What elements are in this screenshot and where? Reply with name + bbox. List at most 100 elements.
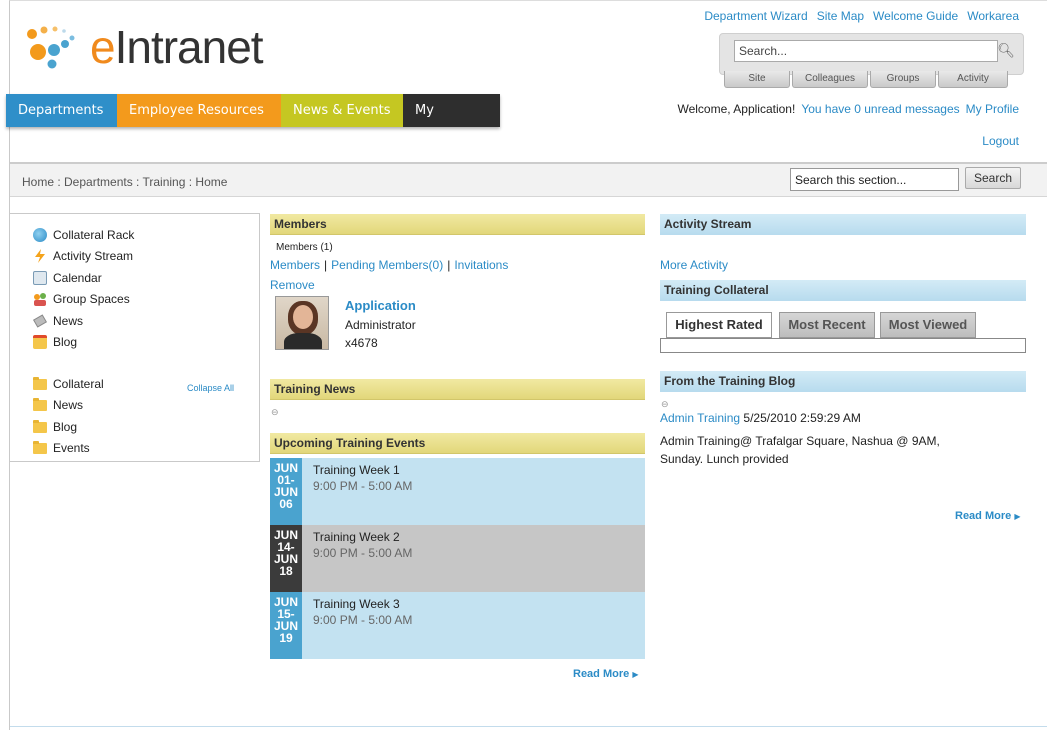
folder-events[interactable]: Events (33, 440, 90, 455)
blog-bullet-icon: ⊖ (661, 399, 669, 409)
date-line: 06 (279, 497, 293, 511)
logo[interactable]: eIntranet (24, 21, 264, 73)
link-department-wizard[interactable]: Department Wizard (704, 9, 807, 23)
nav-departments[interactable]: Departments (6, 94, 117, 127)
sidebar-item-news[interactable]: News (32, 314, 84, 328)
logout-link[interactable]: Logout (982, 134, 1019, 148)
blog-entry-meta: Admin Training 5/25/2010 2:59:29 AM (660, 411, 861, 425)
section-search-input[interactable] (790, 168, 959, 191)
search-icon[interactable]: 🔍︎ (997, 42, 1015, 59)
folder-label: Blog (53, 420, 78, 434)
blog-body-line: Admin Training@ Trafalgar Square, Nashua… (660, 434, 940, 448)
more-activity-link[interactable]: More Activity (660, 258, 728, 272)
search-tab-colleagues[interactable]: Colleagues (792, 71, 868, 88)
my-profile-link[interactable]: My Profile (966, 102, 1019, 116)
sidebar-item-blog[interactable]: Blog (33, 335, 77, 349)
blog-body: Admin Training@ Trafalgar Square, Nashua… (660, 432, 940, 468)
link-workarea[interactable]: Workarea (967, 9, 1019, 23)
event-time: 9:00 PM - 5:00 AM (313, 479, 413, 493)
avatar[interactable] (275, 296, 329, 350)
date-line: 19 (279, 631, 293, 645)
activity-stream-header: Activity Stream (660, 214, 1026, 235)
events-read-more-link[interactable]: Read More ▶ (573, 668, 638, 680)
nav-news-events[interactable]: News & Events (281, 94, 403, 127)
sidebar-item-group-spaces[interactable]: Group Spaces (33, 292, 130, 306)
folder-label: Events (53, 441, 90, 455)
blog-body-line: Sunday. Lunch provided (660, 452, 789, 466)
tab-most-recent[interactable]: Most Recent (779, 312, 875, 338)
tab-highest-rated[interactable]: Highest Rated (666, 312, 772, 338)
tab-most-viewed[interactable]: Most Viewed (880, 312, 976, 338)
logo-e: e (90, 21, 116, 73)
pending-members-link[interactable]: Pending Members(0) (331, 258, 443, 272)
separator: | (447, 258, 451, 272)
event-date-badge: JUN 15- JUN 19 (270, 592, 302, 659)
link-site-map[interactable]: Site Map (817, 9, 864, 23)
left-sidebar: Collateral Rack Activity Stream Calendar… (10, 213, 260, 462)
folder-label: Collateral (53, 377, 104, 391)
read-more-label: Read More (573, 668, 630, 680)
site-search-panel: 🔍︎ (719, 33, 1024, 75)
unread-messages-link[interactable]: You have 0 unread messages (801, 102, 959, 116)
collateral-tabs: Highest Rated Most Recent Most Viewed (660, 312, 1026, 354)
nav-my-intranet[interactable]: My Intranet (403, 94, 500, 151)
search-tab-activity[interactable]: Activity (938, 71, 1008, 88)
group-spaces-icon (33, 292, 47, 306)
sidebar-item-label: News (53, 314, 84, 328)
search-tab-site[interactable]: Site (724, 71, 790, 88)
collateral-rack-icon (33, 228, 47, 242)
sidebar-item-label: Collateral Rack (53, 228, 135, 242)
folder-blog[interactable]: Blog (33, 419, 78, 434)
breadcrumb[interactable]: Home : Departments : Training : Home (22, 175, 227, 189)
remove-link[interactable]: Remove (270, 278, 315, 292)
blog-icon (33, 335, 47, 349)
event-row-2[interactable]: JUN 14- JUN 18 Training Week 2 9:00 PM -… (270, 525, 645, 592)
sidebar-item-label: Group Spaces (53, 292, 130, 306)
folder-icon (33, 419, 47, 433)
sidebar-item-activity-stream[interactable]: Activity Stream (33, 249, 133, 263)
members-link[interactable]: Members (270, 258, 320, 272)
invitations-link[interactable]: Invitations (454, 258, 508, 272)
event-title: Training Week 3 (313, 597, 400, 611)
main-nav: Departments Employee Resources News & Ev… (6, 94, 500, 151)
site-search-input[interactable] (734, 40, 998, 62)
play-arrow-icon: ▶ (1014, 512, 1021, 521)
folder-collateral[interactable]: Collateral (33, 376, 104, 391)
sidebar-item-collateral-rack[interactable]: Collateral Rack (33, 228, 134, 242)
avatar-body (284, 333, 322, 349)
breadcrumb-bar: Home : Departments : Training : Home Sea… (10, 164, 1047, 197)
folder-icon (33, 440, 47, 454)
news-icon (32, 314, 48, 328)
event-date-badge: JUN 01- JUN 06 (270, 458, 302, 525)
separator: | (324, 258, 328, 272)
event-date-badge: JUN 14- JUN 18 (270, 525, 302, 592)
event-time: 9:00 PM - 5:00 AM (313, 613, 413, 627)
folder-icon (33, 376, 47, 390)
section-search-button[interactable]: Search (965, 167, 1021, 189)
event-title: Training Week 2 (313, 530, 400, 544)
training-news-header: Training News (270, 379, 645, 400)
link-welcome-guide[interactable]: Welcome Guide (873, 9, 958, 23)
member-name-link[interactable]: Application (345, 298, 416, 313)
search-tab-groups[interactable]: Groups (870, 71, 936, 88)
logo-text: eIntranet (90, 21, 264, 73)
members-links: Members | Pending Members(0) | Invitatio… (270, 258, 508, 272)
blog-author-link[interactable]: Admin Training (660, 411, 740, 425)
event-row-1[interactable]: JUN 01- JUN 06 Training Week 1 9:00 PM -… (270, 458, 645, 525)
events-header: Upcoming Training Events (270, 433, 645, 454)
nav-employee-resources[interactable]: Employee Resources (117, 94, 281, 127)
member-extension: x4678 (345, 336, 378, 350)
event-title: Training Week 1 (313, 463, 400, 477)
folder-news[interactable]: News (33, 397, 83, 412)
blog-read-more-link[interactable]: Read More ▶ (955, 510, 1020, 522)
top-links: Department Wizard Site Map Welcome Guide… (704, 9, 1019, 23)
welcome-bar: Welcome, Application! You have 0 unread … (677, 102, 1019, 116)
event-time: 9:00 PM - 5:00 AM (313, 546, 413, 560)
collapse-all-link[interactable]: Collapse All (187, 383, 234, 393)
folder-icon (33, 397, 47, 411)
event-row-3[interactable]: JUN 15- JUN 19 Training Week 3 9:00 PM -… (270, 592, 645, 659)
members-count: Members (1) (276, 242, 333, 253)
calendar-icon (33, 271, 47, 285)
avatar-head (293, 305, 313, 329)
sidebar-item-calendar[interactable]: Calendar (33, 271, 102, 285)
